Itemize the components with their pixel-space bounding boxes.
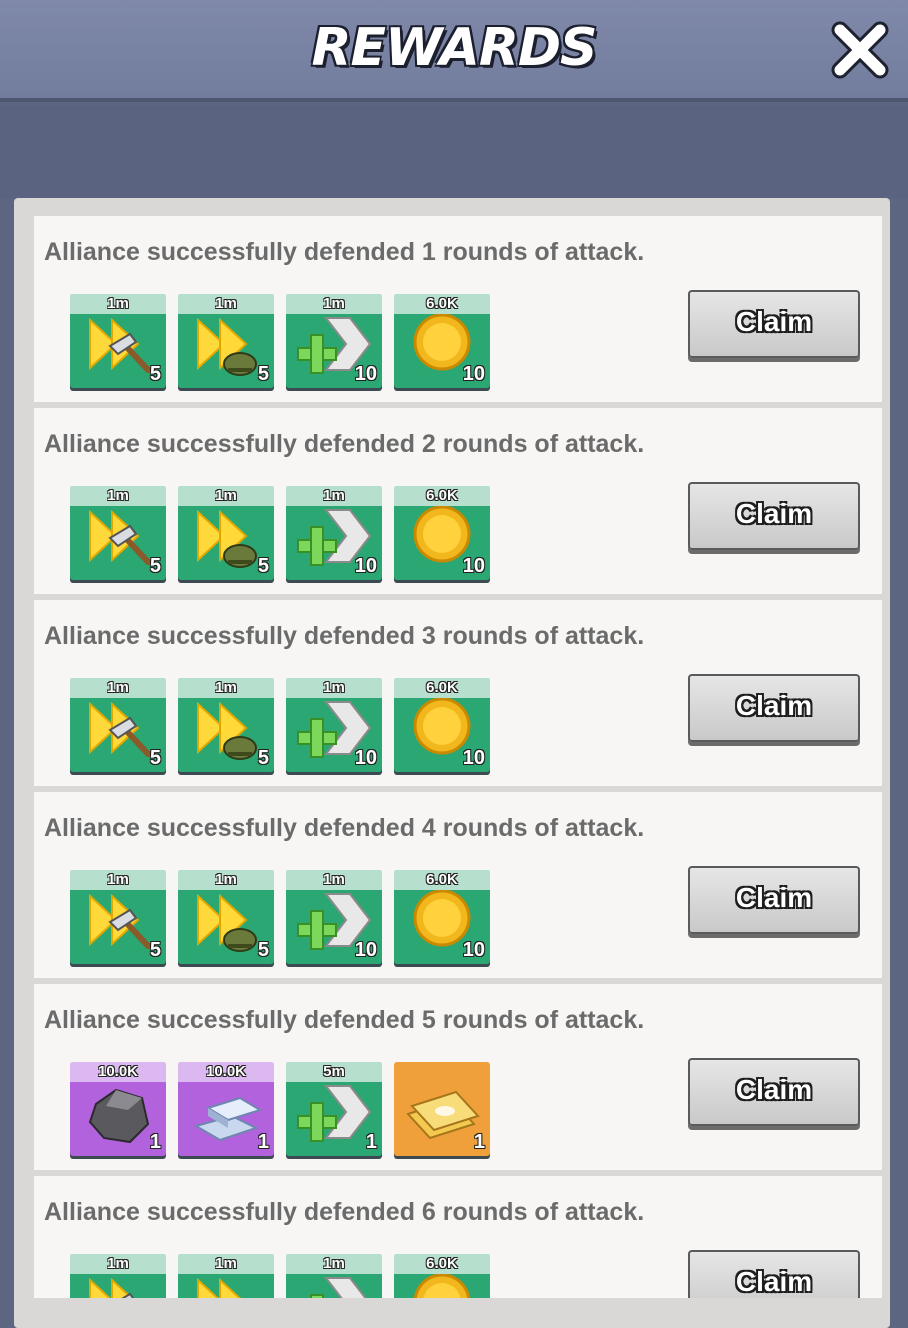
reward-item-tile[interactable]: 6.0K 10 [394,486,490,580]
reward-item-count: 5 [149,363,161,385]
claim-button[interactable]: Claim [688,1058,860,1126]
reward-item-amount: 1m [286,486,382,506]
reward-item-amount: 1m [70,486,166,506]
reward-item-tile[interactable]: 6.0K 10 [394,294,490,388]
reward-item-amount: 1m [286,678,382,698]
claim-button[interactable]: Claim [688,674,860,742]
header-bar: REWARDS [0,0,908,102]
reward-row-description: Alliance successfully defended 1 rounds … [44,238,645,266]
reward-item-tile[interactable]: 6.0K [394,1254,490,1298]
rewards-panel: Alliance successfully defended 1 rounds … [14,198,890,1328]
reward-row: Alliance successfully defended 5 rounds … [34,984,882,1170]
reward-item-count: 1 [473,1131,485,1153]
reward-item-amount: 6.0K [394,678,490,698]
reward-item-count: 10 [354,555,377,577]
reward-row-description: Alliance successfully defended 3 rounds … [44,622,645,650]
reward-item-tile[interactable]: 1m 5 [178,486,274,580]
reward-item-tile[interactable]: 6.0K 10 [394,870,490,964]
reward-item-tile[interactable]: 1m 10 [286,678,382,772]
reward-item-amount: 1m [178,486,274,506]
reward-item-count: 5 [149,555,161,577]
reward-item-amount: 1m [70,870,166,890]
close-icon[interactable] [830,20,890,80]
reward-item-amount: 5m [286,1062,382,1082]
reward-row-description: Alliance successfully defended 4 rounds … [44,814,645,842]
reward-row-description: Alliance successfully defended 2 rounds … [44,430,645,458]
reward-item-amount: 1m [178,294,274,314]
reward-item-count: 1 [257,1131,269,1153]
reward-item-count: 5 [149,747,161,769]
reward-item-amount: 1m [286,870,382,890]
reward-item-amount: 1m [178,870,274,890]
reward-item-count: 5 [257,747,269,769]
reward-row: Alliance successfully defended 6 rounds … [34,1176,882,1298]
reward-row: Alliance successfully defended 2 rounds … [34,408,882,594]
close-button[interactable] [830,20,890,80]
claim-button[interactable]: Claim [688,482,860,550]
reward-item-tile[interactable]: 10.0K 1 [70,1062,166,1156]
rewards-list[interactable]: Alliance successfully defended 1 rounds … [34,216,882,1298]
reward-row-description: Alliance successfully defended 5 rounds … [44,1006,645,1034]
reward-item-count: 10 [462,555,485,577]
reward-item-amount: 6.0K [394,294,490,314]
reward-item-amount: 10.0K [70,1062,166,1082]
reward-item-count: 10 [354,939,377,961]
reward-item-amount: 6.0K [394,486,490,506]
reward-item-amount: 1m [70,294,166,314]
reward-item-tile[interactable]: 10.0K 1 [178,1062,274,1156]
header-shadow-band [0,106,908,198]
reward-row: Alliance successfully defended 1 rounds … [34,216,882,402]
reward-item-count: 5 [149,939,161,961]
reward-item-tile[interactable]: 1m 5 [178,294,274,388]
reward-item-count: 10 [354,363,377,385]
reward-item-count: 5 [257,363,269,385]
reward-item-amount: 1m [70,678,166,698]
reward-item-tile[interactable]: 1m 10 [286,294,382,388]
reward-item-amount: 1m [70,1254,166,1274]
claim-button[interactable]: Claim [688,290,860,358]
reward-row-description: Alliance successfully defended 6 rounds … [44,1198,645,1226]
reward-item-amount: 6.0K [394,1254,490,1274]
reward-item-tile[interactable]: 1m 10 [286,486,382,580]
reward-row: Alliance successfully defended 4 rounds … [34,792,882,978]
reward-item-count: 10 [354,747,377,769]
reward-item-tile[interactable]: 1m 5 [70,678,166,772]
reward-item-amount: 1m [286,294,382,314]
claim-button[interactable]: Claim [688,866,860,934]
reward-row: Alliance successfully defended 3 rounds … [34,600,882,786]
reward-item-count: 5 [257,939,269,961]
reward-item-tile[interactable]: 1m [178,1254,274,1298]
reward-item-count: 1 [365,1131,377,1153]
reward-item-amount: 1m [178,1254,274,1274]
reward-item-tile[interactable]: 1 [394,1062,490,1156]
reward-item-tile[interactable]: 1m 5 [70,870,166,964]
reward-item-tile[interactable]: 1m 5 [178,678,274,772]
reward-item-count: 5 [257,555,269,577]
reward-item-tile[interactable]: 6.0K 10 [394,678,490,772]
reward-item-amount: 10.0K [178,1062,274,1082]
reward-item-tile[interactable]: 1m 5 [178,870,274,964]
reward-item-count: 10 [462,747,485,769]
reward-item-tile[interactable]: 1m 5 [70,294,166,388]
reward-item-tile[interactable]: 1m 5 [70,486,166,580]
reward-item-tile[interactable]: 1m 10 [286,870,382,964]
reward-item-count: 10 [462,363,485,385]
claim-button[interactable]: Claim [688,1250,860,1298]
reward-item-tile[interactable]: 1m [286,1254,382,1298]
reward-item-amount: 6.0K [394,870,490,890]
reward-item-count: 1 [149,1131,161,1153]
reward-item-tile[interactable]: 1m [70,1254,166,1298]
reward-item-tile[interactable]: 5m 1 [286,1062,382,1156]
reward-item-amount: 1m [178,678,274,698]
page-title: REWARDS [311,18,598,78]
reward-item-amount: 1m [286,1254,382,1274]
reward-item-count: 10 [462,939,485,961]
